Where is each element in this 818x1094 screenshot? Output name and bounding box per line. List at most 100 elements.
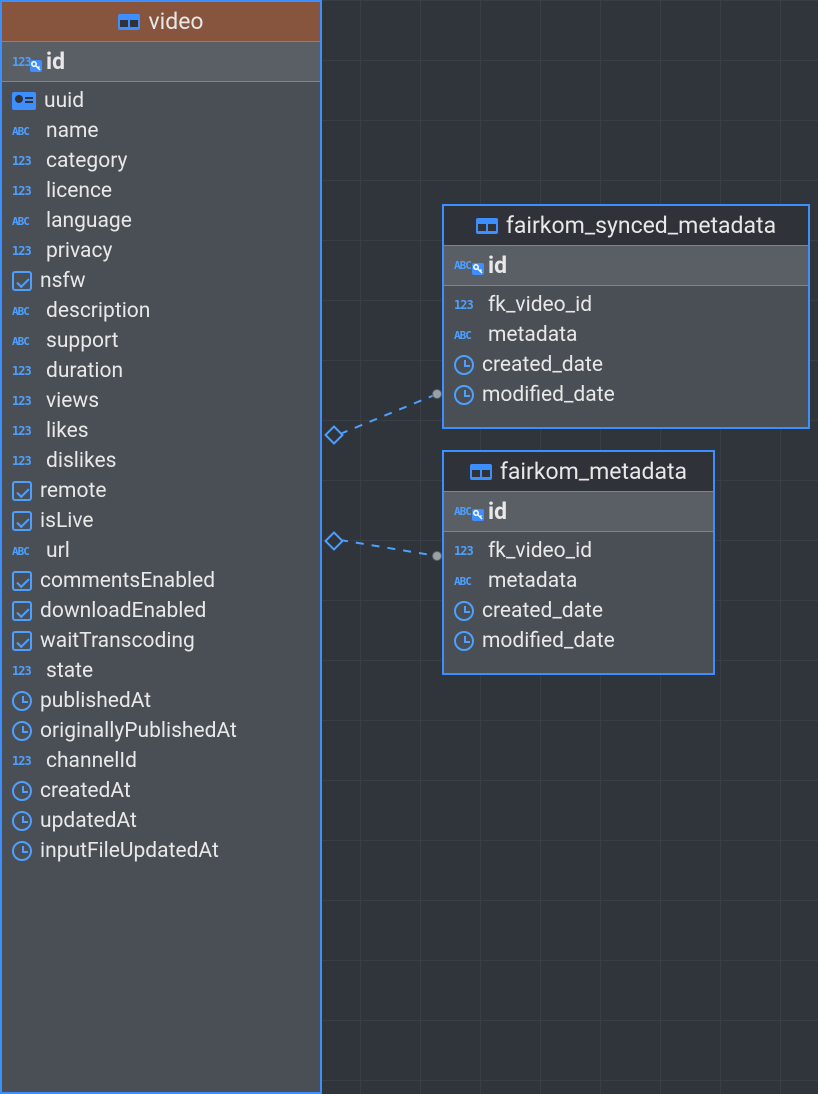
column-name: support <box>46 329 118 353</box>
column-name: url <box>46 539 70 563</box>
column-name: state <box>46 659 93 683</box>
uuid-type-icon <box>12 92 36 110</box>
column-row[interactable]: uuid <box>2 86 320 116</box>
text-type-icon: ABC <box>12 215 38 228</box>
numeric-type-icon: 123 <box>12 244 38 258</box>
connection-line <box>340 540 437 556</box>
column-row[interactable]: ABCname <box>2 116 320 146</box>
column-row[interactable]: downloadEnabled <box>2 596 320 626</box>
relation-diamond <box>324 531 344 551</box>
column-row[interactable]: originallyPublishedAt <box>2 716 320 746</box>
primary-key-row[interactable]: ABC id <box>444 491 713 532</box>
column-name: fk_video_id <box>488 539 592 563</box>
timestamp-type-icon <box>454 385 474 405</box>
column-row[interactable]: ABCdescription <box>2 296 320 326</box>
column-name: commentsEnabled <box>40 569 215 593</box>
column-name: fk_video_id <box>488 293 592 317</box>
numeric-type-icon: 123 <box>12 394 38 408</box>
column-row[interactable]: inputFileUpdatedAt <box>2 836 320 866</box>
column-name: category <box>46 149 127 173</box>
er-diagram-canvas[interactable]: video 123 id uuidABCname123category123li… <box>0 0 818 1094</box>
timestamp-type-icon <box>12 811 32 831</box>
numeric-type-icon: 123 <box>12 664 38 678</box>
column-row[interactable]: ABCmetadata <box>444 566 713 596</box>
columns-list: uuidABCname123category123licenceABClangu… <box>2 82 320 874</box>
timestamp-type-icon <box>12 721 32 741</box>
column-name: id <box>488 252 507 279</box>
column-row[interactable]: 123 fk_video_id <box>444 290 808 320</box>
column-name: licence <box>46 179 112 203</box>
column-row[interactable]: publishedAt <box>2 686 320 716</box>
timestamp-type-icon <box>12 841 32 861</box>
timestamp-type-icon <box>454 601 474 621</box>
text-type-icon: ABC <box>12 305 38 318</box>
timestamp-type-icon <box>454 631 474 651</box>
numeric-type-icon: 123 <box>454 298 480 312</box>
connection-line <box>340 394 437 434</box>
numeric-type-icon: 123 <box>12 184 38 198</box>
column-row[interactable]: 123category <box>2 146 320 176</box>
table-header[interactable]: fairkom_synced_metadata <box>444 206 808 245</box>
timestamp-type-icon <box>12 781 32 801</box>
primary-key-row[interactable]: 123 id <box>2 41 320 82</box>
column-row[interactable]: 123 state <box>2 656 320 686</box>
text-type-icon: ABC <box>454 259 480 272</box>
column-row[interactable]: waitTranscoding <box>2 626 320 656</box>
relation-endpoint-dot <box>432 551 442 561</box>
column-row[interactable]: commentsEnabled <box>2 566 320 596</box>
text-type-icon: ABC <box>454 329 480 342</box>
column-name: duration <box>46 359 123 383</box>
column-row[interactable]: 123duration <box>2 356 320 386</box>
column-row[interactable]: created_date <box>444 350 808 380</box>
text-type-icon: ABC <box>454 575 480 588</box>
column-row[interactable]: isLive <box>2 506 320 536</box>
column-name: originallyPublishedAt <box>40 719 237 743</box>
column-row[interactable]: 123views <box>2 386 320 416</box>
column-name: metadata <box>488 323 577 347</box>
table-video[interactable]: video 123 id uuidABCname123category123li… <box>0 0 322 1094</box>
column-name: created_date <box>482 599 603 623</box>
column-row[interactable]: createdAt <box>2 776 320 806</box>
column-row[interactable]: updatedAt <box>2 806 320 836</box>
table-fairkom-metadata[interactable]: fairkom_metadata ABC id 123fk_video_idAB… <box>442 450 715 675</box>
column-row[interactable]: 123privacy <box>2 236 320 266</box>
primary-key-row[interactable]: ABC id <box>444 245 808 286</box>
relation-endpoint-dot <box>432 389 442 399</box>
boolean-type-icon <box>12 601 32 621</box>
column-row[interactable]: 123dislikes <box>2 446 320 476</box>
columns-list: 123 fk_video_id ABC metadata created_datemod… <box>444 286 808 418</box>
boolean-type-icon <box>12 481 32 501</box>
column-name: language <box>46 209 132 233</box>
column-name: publishedAt <box>40 689 151 713</box>
column-name: uuid <box>44 89 84 113</box>
column-row[interactable]: ABC metadata <box>444 320 808 350</box>
column-row[interactable]: modified_date <box>444 626 713 656</box>
column-name: inputFileUpdatedAt <box>40 839 219 863</box>
relation-diamond <box>324 425 344 445</box>
boolean-type-icon <box>12 271 32 291</box>
text-type-icon: ABC <box>454 505 480 518</box>
column-name: channelId <box>46 749 137 773</box>
column-name: downloadEnabled <box>40 599 206 623</box>
column-row[interactable]: 123 licence <box>2 176 320 206</box>
table-fairkom-synced-metadata[interactable]: fairkom_synced_metadata ABC id 123 fk_vid… <box>442 204 810 429</box>
column-row[interactable]: 123channelId <box>2 746 320 776</box>
column-row[interactable]: 123fk_video_id <box>444 536 713 566</box>
column-name: waitTranscoding <box>40 629 195 653</box>
boolean-type-icon <box>12 631 32 651</box>
column-row[interactable]: ABC support <box>2 326 320 356</box>
table-title: video <box>148 8 203 35</box>
column-row[interactable]: modified_date <box>444 380 808 410</box>
table-header[interactable]: video <box>2 2 320 41</box>
column-row[interactable]: ABC language <box>2 206 320 236</box>
column-name: modified_date <box>482 629 615 653</box>
column-row[interactable]: remote <box>2 476 320 506</box>
table-header[interactable]: fairkom_metadata <box>444 452 713 491</box>
key-icon <box>472 509 484 521</box>
text-type-icon: ABC <box>12 335 38 348</box>
column-row[interactable]: 123likes <box>2 416 320 446</box>
key-icon <box>30 60 42 72</box>
column-row[interactable]: ABCurl <box>2 536 320 566</box>
column-row[interactable]: created_date <box>444 596 713 626</box>
column-row[interactable]: nsfw <box>2 266 320 296</box>
